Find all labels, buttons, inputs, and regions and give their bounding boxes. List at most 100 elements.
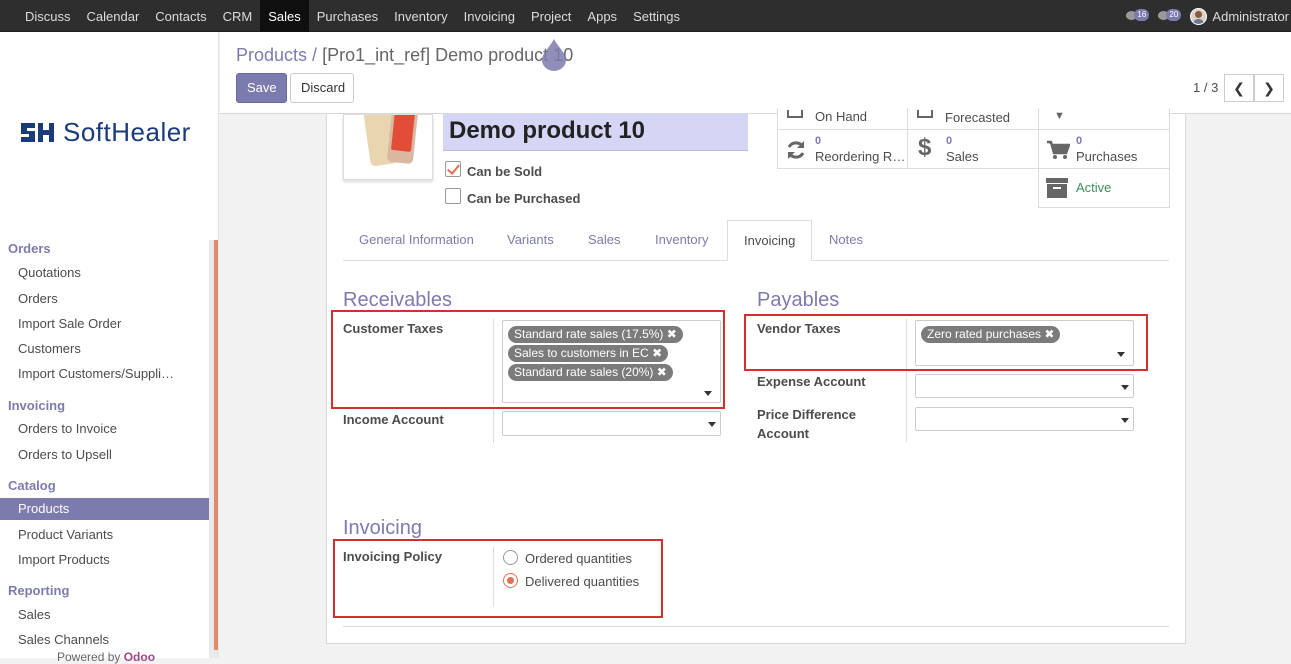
menu-settings[interactable]: Settings [625,0,688,32]
sidebar-item-product-variants[interactable]: Product Variants [0,524,209,546]
section-invoicing: Invoicing [8,398,66,413]
sales-count: 0 [946,135,953,147]
dollar-icon: $ [918,134,932,161]
sidebar-item-import-products[interactable]: Import Products [0,549,209,571]
refresh-icon [787,141,805,159]
menu-inventory[interactable]: Inventory [386,0,455,32]
pager-value[interactable]: 1 / 3 [1193,80,1218,95]
menu-calendar[interactable]: Calendar [79,0,148,32]
powered-by-text: Powered by [57,650,121,664]
odoo-link[interactable]: Odoo [124,650,155,664]
can-be-purchased-label: Can be Purchased [467,191,581,206]
can-be-sold-checkbox[interactable] [445,161,461,177]
tab-general-information[interactable]: General Information [343,220,490,261]
discard-button[interactable]: Discard [290,73,354,103]
notebook-tabs: General Information Variants Sales Inven… [343,220,1169,261]
purchases-count: 0 [1076,135,1083,147]
menu-contacts[interactable]: Contacts [147,0,214,32]
reordering-label: Reordering R… [815,149,906,164]
active-toggle-button[interactable]: Active [1038,168,1170,208]
menu-sales[interactable]: Sales [260,0,309,32]
archive-icon [1046,178,1068,198]
income-account-field[interactable] [502,411,721,436]
menu-crm[interactable]: CRM [215,0,261,32]
highlight-customer-taxes [331,310,725,409]
dropdown-caret-icon[interactable] [1121,418,1129,423]
dropdown-caret-icon[interactable] [708,422,716,427]
company-logo: SoftHealer [19,116,191,147]
income-account-label: Income Account [343,412,444,427]
user-menu[interactable]: Administrator [1212,9,1291,24]
pager-next-button[interactable]: ❯ [1254,74,1284,102]
field-divider [493,410,494,443]
sidebar-item-orders-to-upsell[interactable]: Orders to Upsell [0,444,209,466]
menu-apps[interactable]: Apps [579,0,625,32]
menu-purchases[interactable]: Purchases [309,0,386,32]
price-difference-account-field[interactable] [915,407,1134,431]
sales-smart-button[interactable]: $ 0 Sales [907,129,1039,169]
sidebar-item-customers[interactable]: Customers [0,338,209,360]
field-divider [906,372,907,442]
user-avatar[interactable] [1190,7,1208,25]
save-button[interactable]: Save [236,73,287,103]
on-hand-button[interactable]: On Hand [777,108,908,130]
sidebar-item-orders-to-invoice[interactable]: Orders to Invoice [0,418,209,440]
sidebar-item-orders[interactable]: Orders [0,288,209,310]
breadcrumb: Products / [Pro1_int_ref] Demo product 1… [236,45,573,66]
breadcrumb-separator: / [307,45,323,65]
logo-text: SoftHealer [63,116,191,147]
sidebar-item-import-customers[interactable]: Import Customers/Suppli… [0,363,209,385]
payables-title: Payables [757,289,840,311]
purchases-label: Purchases [1076,149,1138,164]
sidebar-item-products[interactable]: Products [0,498,209,520]
tab-sales[interactable]: Sales [572,220,637,261]
water-drop-icon [542,39,566,71]
top-right-smart-button[interactable]: ▼ [1038,108,1170,130]
sidebar-scrollbar[interactable] [209,240,219,658]
on-hand-label: On Hand [815,109,868,124]
top-navbar: Discuss Calendar Contacts CRM Sales Purc… [0,0,1291,32]
product-image[interactable] [343,114,433,180]
messaging-icon[interactable]: 20 [1158,6,1182,26]
tab-inventory[interactable]: Inventory [639,220,724,261]
dropdown-caret-icon[interactable] [1121,385,1129,390]
can-be-sold-label: Can be Sold [467,164,543,179]
sidebar-item-import-sale-order[interactable]: Import Sale Order [0,313,209,335]
form-sheet: Demo product 10 Can be Sold Can be Purch… [326,108,1186,644]
forecasted-button[interactable]: Forecasted [907,108,1039,130]
breadcrumb-current: [Pro1_int_ref] Demo product 10 [322,45,574,65]
breadcrumb-products[interactable]: Products [236,45,307,65]
shopping-cart-icon [1047,140,1070,159]
powered-by: Powered by Odoo [57,650,155,664]
sidebar-item-sales[interactable]: Sales [0,604,209,626]
softhealer-logo-icon [19,119,63,145]
invoicing-section-title: Invoicing [343,517,422,539]
purchases-smart-button[interactable]: 0 Purchases [1038,129,1170,169]
section-catalog: Catalog [8,478,56,493]
message-badge: 20 [1166,9,1182,21]
expense-account-field[interactable] [915,374,1134,398]
menu-discuss[interactable]: Discuss [17,0,79,32]
scrollbar-thumb[interactable] [214,240,218,650]
pager-previous-button[interactable]: ❮ [1224,74,1254,102]
tab-variants[interactable]: Variants [491,220,570,261]
activity-badge: 16 [1134,9,1150,21]
price-difference-account-label: Price Difference Account [757,407,856,441]
reordering-rules-button[interactable]: 0 Reordering R… [777,129,908,169]
menu-project[interactable]: Project [523,0,579,32]
sidebar-item-sales-channels[interactable]: Sales Channels [0,629,209,651]
tab-notes[interactable]: Notes [813,220,879,261]
tab-invoicing[interactable]: Invoicing [727,220,813,261]
menu-invoicing[interactable]: Invoicing [456,0,523,32]
can-be-purchased-checkbox[interactable] [445,188,461,204]
active-label: Active [1076,180,1112,195]
receivables-title: Receivables [343,289,452,311]
reordering-count: 0 [815,135,822,147]
section-orders: Orders [8,241,51,256]
activity-icon[interactable]: 16 [1126,6,1150,26]
highlight-vendor-taxes [744,314,1148,371]
sidebar-item-quotations[interactable]: Quotations [0,262,209,284]
chevron-left-icon: ❮ [1233,80,1245,96]
product-name-input[interactable]: Demo product 10 [443,114,748,151]
expense-account-label: Expense Account [757,374,866,389]
